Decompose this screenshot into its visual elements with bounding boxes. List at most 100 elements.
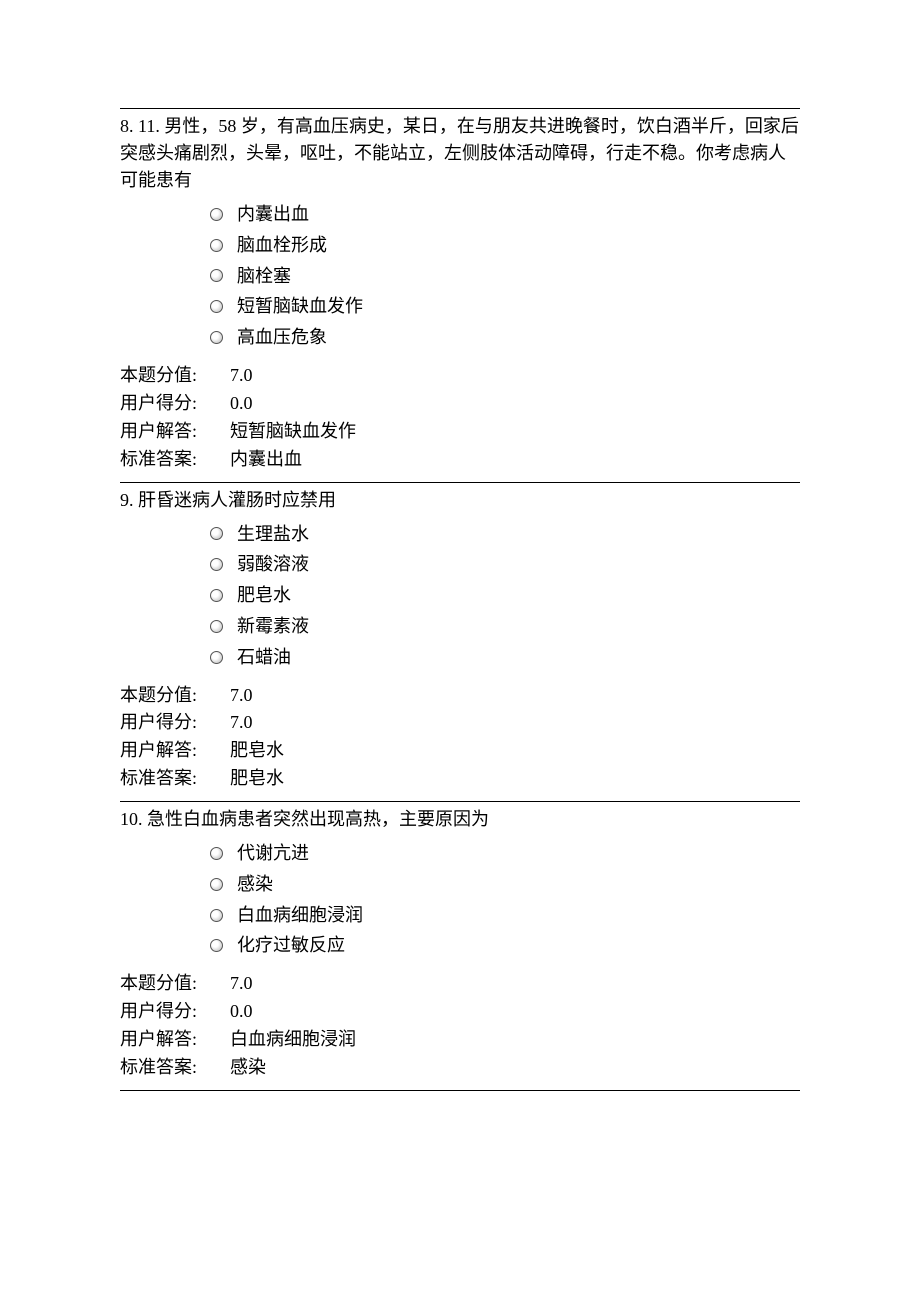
summary-row-standard-answer: 标准答案: 内囊出血 (120, 446, 800, 474)
option-row: 白血病细胞浸润 (210, 901, 800, 930)
summary-user-answer-label: 用户解答: (120, 418, 230, 446)
summary-score-value: 7.0 (230, 362, 800, 390)
option-label: 化疗过敏反应 (237, 931, 345, 960)
option-label: 代谢亢进 (237, 839, 309, 868)
summary-user-score-value: 0.0 (230, 390, 800, 418)
summary-row-score: 本题分值: 7.0 (120, 970, 800, 998)
question-body: 11. 男性，58 岁，有高血压病史，某日，在与朋友共进晚餐时，饮白酒半斤，回家… (120, 116, 799, 190)
summary-score-label: 本题分值: (120, 682, 230, 710)
option-row: 短暂脑缺血发作 (210, 292, 800, 321)
option-row: 代谢亢进 (210, 839, 800, 868)
divider (120, 801, 800, 802)
divider (120, 482, 800, 483)
summary-user-answer-value: 短暂脑缺血发作 (230, 418, 800, 446)
question-number: 10. (120, 809, 143, 829)
summary-row-user-score: 用户得分: 7.0 (120, 709, 800, 737)
option-row: 脑血栓形成 (210, 231, 800, 260)
option-row: 脑栓塞 (210, 262, 800, 291)
question-text: 8. 11. 男性，58 岁，有高血压病史，某日，在与朋友共进晚餐时，饮白酒半斤… (120, 113, 800, 194)
summary-user-score-label: 用户得分: (120, 709, 230, 737)
radio-icon[interactable] (210, 847, 223, 860)
option-label: 高血压危象 (237, 323, 327, 352)
option-label: 短暂脑缺血发作 (237, 292, 363, 321)
option-row: 肥皂水 (210, 581, 800, 610)
summary-score-label: 本题分值: (120, 970, 230, 998)
summary-standard-answer-label: 标准答案: (120, 1054, 230, 1082)
summary-row-user-score: 用户得分: 0.0 (120, 390, 800, 418)
option-row: 感染 (210, 870, 800, 899)
summary-row-standard-answer: 标准答案: 肥皂水 (120, 765, 800, 793)
question-summary: 本题分值: 7.0 用户得分: 7.0 用户解答: 肥皂水 标准答案: 肥皂水 (120, 682, 800, 794)
summary-score-value: 7.0 (230, 682, 800, 710)
summary-standard-answer-label: 标准答案: (120, 446, 230, 474)
option-label: 肥皂水 (237, 581, 291, 610)
summary-row-user-score: 用户得分: 0.0 (120, 998, 800, 1026)
option-label: 生理盐水 (237, 520, 309, 549)
question-text: 10. 急性白血病患者突然出现高热，主要原因为 (120, 806, 800, 833)
radio-icon[interactable] (210, 300, 223, 313)
summary-user-answer-label: 用户解答: (120, 737, 230, 765)
option-label: 内囊出血 (237, 200, 309, 229)
summary-row-score: 本题分值: 7.0 (120, 362, 800, 390)
radio-icon[interactable] (210, 527, 223, 540)
option-row: 生理盐水 (210, 520, 800, 549)
question-summary: 本题分值: 7.0 用户得分: 0.0 用户解答: 白血病细胞浸润 标准答案: … (120, 970, 800, 1082)
option-row: 化疗过敏反应 (210, 931, 800, 960)
radio-icon[interactable] (210, 208, 223, 221)
radio-icon[interactable] (210, 331, 223, 344)
option-label: 感染 (237, 870, 273, 899)
summary-standard-answer-label: 标准答案: (120, 765, 230, 793)
question-10: 10. 急性白血病患者突然出现高热，主要原因为 代谢亢进 感染 白血病细胞浸润 … (120, 806, 800, 1082)
radio-icon[interactable] (210, 558, 223, 571)
question-body: 肝昏迷病人灌肠时应禁用 (138, 490, 336, 510)
question-8: 8. 11. 男性，58 岁，有高血压病史，某日，在与朋友共进晚餐时，饮白酒半斤… (120, 113, 800, 474)
option-label: 新霉素液 (237, 612, 309, 641)
option-row: 新霉素液 (210, 612, 800, 641)
summary-standard-answer-value: 内囊出血 (230, 446, 800, 474)
option-row: 高血压危象 (210, 323, 800, 352)
summary-user-answer-value: 肥皂水 (230, 737, 800, 765)
summary-standard-answer-value: 感染 (230, 1054, 800, 1082)
option-row: 内囊出血 (210, 200, 800, 229)
radio-icon[interactable] (210, 589, 223, 602)
radio-icon[interactable] (210, 651, 223, 664)
summary-user-score-label: 用户得分: (120, 998, 230, 1026)
summary-row-user-answer: 用户解答: 肥皂水 (120, 737, 800, 765)
radio-icon[interactable] (210, 239, 223, 252)
divider (120, 108, 800, 109)
question-number: 9. (120, 490, 134, 510)
question-options: 内囊出血 脑血栓形成 脑栓塞 短暂脑缺血发作 高血压危象 (210, 200, 800, 352)
summary-row-standard-answer: 标准答案: 感染 (120, 1054, 800, 1082)
question-summary: 本题分值: 7.0 用户得分: 0.0 用户解答: 短暂脑缺血发作 标准答案: … (120, 362, 800, 474)
question-options: 生理盐水 弱酸溶液 肥皂水 新霉素液 石蜡油 (210, 520, 800, 672)
question-text: 9. 肝昏迷病人灌肠时应禁用 (120, 487, 800, 514)
summary-score-label: 本题分值: (120, 362, 230, 390)
option-label: 脑血栓形成 (237, 231, 327, 260)
summary-row-user-answer: 用户解答: 白血病细胞浸润 (120, 1026, 800, 1054)
summary-user-answer-value: 白血病细胞浸润 (230, 1026, 800, 1054)
summary-user-score-label: 用户得分: (120, 390, 230, 418)
option-row: 石蜡油 (210, 643, 800, 672)
radio-icon[interactable] (210, 909, 223, 922)
question-body: 急性白血病患者突然出现高热，主要原因为 (147, 809, 489, 829)
question-9: 9. 肝昏迷病人灌肠时应禁用 生理盐水 弱酸溶液 肥皂水 新霉素液 石蜡油 本题… (120, 487, 800, 794)
question-options: 代谢亢进 感染 白血病细胞浸润 化疗过敏反应 (210, 839, 800, 960)
radio-icon[interactable] (210, 939, 223, 952)
summary-row-score: 本题分值: 7.0 (120, 682, 800, 710)
option-label: 弱酸溶液 (237, 550, 309, 579)
radio-icon[interactable] (210, 269, 223, 282)
question-number: 8. (120, 116, 134, 136)
radio-icon[interactable] (210, 620, 223, 633)
summary-user-score-value: 7.0 (230, 709, 800, 737)
option-row: 弱酸溶液 (210, 550, 800, 579)
summary-standard-answer-value: 肥皂水 (230, 765, 800, 793)
radio-icon[interactable] (210, 878, 223, 891)
option-label: 白血病细胞浸润 (237, 901, 363, 930)
summary-score-value: 7.0 (230, 970, 800, 998)
divider (120, 1090, 800, 1091)
summary-user-score-value: 0.0 (230, 998, 800, 1026)
option-label: 脑栓塞 (237, 262, 291, 291)
option-label: 石蜡油 (237, 643, 291, 672)
summary-row-user-answer: 用户解答: 短暂脑缺血发作 (120, 418, 800, 446)
summary-user-answer-label: 用户解答: (120, 1026, 230, 1054)
